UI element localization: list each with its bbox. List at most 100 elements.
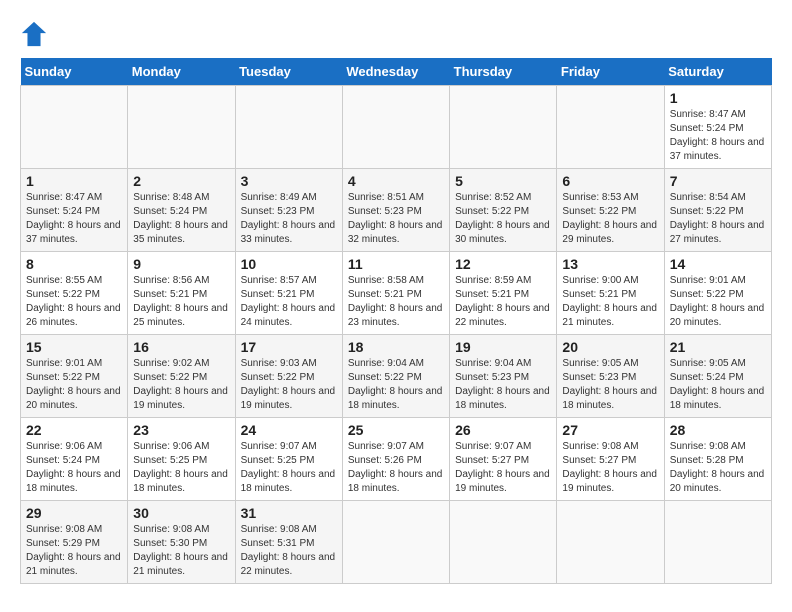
calendar-cell: 16 Sunrise: 9:02 AMSunset: 5:22 PMDayligh…: [128, 335, 235, 418]
calendar-cell: 7Sunrise: 8:54 AMSunset: 5:22 PMDaylight…: [664, 169, 771, 252]
calendar-cell: [342, 501, 449, 584]
day-header-friday: Friday: [557, 58, 664, 86]
day-info: Sunrise: 8:47 AMSunset: 5:24 PMDaylight:…: [26, 191, 122, 247]
day-number: 28: [670, 422, 766, 438]
calendar-cell: 10 Sunrise: 8:57 AMSunset: 5:21 PMDayligh…: [235, 252, 342, 335]
day-info: Sunrise: 8:55 AMSunset: 5:22 PMDaylight:…: [26, 274, 122, 330]
calendar-cell: [664, 501, 771, 584]
day-info: Sunrise: 9:08 AMSunset: 5:30 PMDaylight:…: [133, 523, 229, 579]
day-number: 5: [455, 173, 551, 189]
day-number: 15: [26, 339, 122, 355]
calendar-cell: [128, 86, 235, 169]
calendar-cell: 28 Sunrise: 9:08 AMSunset: 5:28 PMDayligh…: [664, 418, 771, 501]
day-header-sunday: Sunday: [21, 58, 128, 86]
calendar-cell: 13Sunrise: 9:00 AMSunset: 5:21 PMDayligh…: [557, 252, 664, 335]
calendar-cell: 21Sunrise: 9:05 AMSunset: 5:24 PMDayligh…: [664, 335, 771, 418]
day-info: Sunrise: 9:06 AMSunset: 5:24 PMDaylight:…: [26, 440, 122, 496]
day-number: 29: [26, 505, 122, 521]
day-number: 1: [670, 90, 766, 106]
calendar-cell: 17 Sunrise: 9:03 AMSunset: 5:22 PMDayligh…: [235, 335, 342, 418]
day-info: Sunrise: 9:04 AMSunset: 5:22 PMDaylight:…: [348, 357, 444, 413]
day-info: Sunrise: 9:04 AMSunset: 5:23 PMDaylight:…: [455, 357, 551, 413]
page-header: [20, 20, 772, 48]
day-info: Sunrise: 9:08 AMSunset: 5:29 PMDaylight:…: [26, 523, 122, 579]
calendar-cell: 31 Sunrise: 9:08 AMSunset: 5:31 PMDayligh…: [235, 501, 342, 584]
day-number: 14: [670, 256, 766, 272]
calendar-cell: [557, 501, 664, 584]
calendar-cell: 27 Sunrise: 9:08 AMSunset: 5:27 PMDayligh…: [557, 418, 664, 501]
day-info: Sunrise: 9:07 AMSunset: 5:27 PMDaylight:…: [455, 440, 551, 496]
day-number: 19: [455, 339, 551, 355]
calendar-cell: 22 Sunrise: 9:06 AMSunset: 5:24 PMDayligh…: [21, 418, 128, 501]
calendar-cell: 6Sunrise: 8:53 AMSunset: 5:22 PMDaylight…: [557, 169, 664, 252]
calendar-cell: [557, 86, 664, 169]
calendar-cell: 18 Sunrise: 9:04 AMSunset: 5:22 PMDayligh…: [342, 335, 449, 418]
day-info: Sunrise: 8:59 AMSunset: 5:21 PMDaylight:…: [455, 274, 551, 330]
calendar-cell: 23 Sunrise: 9:06 AMSunset: 5:25 PMDayligh…: [128, 418, 235, 501]
calendar-cell: 4 Sunrise: 8:51 AMSunset: 5:23 PMDaylight…: [342, 169, 449, 252]
day-info: Sunrise: 9:05 AMSunset: 5:23 PMDaylight:…: [562, 357, 658, 413]
day-info: Sunrise: 8:57 AMSunset: 5:21 PMDaylight:…: [241, 274, 337, 330]
day-info: Sunrise: 8:53 AMSunset: 5:22 PMDaylight:…: [562, 191, 658, 247]
calendar-cell: 2 Sunrise: 8:48 AMSunset: 5:24 PMDaylight…: [128, 169, 235, 252]
calendar-table: SundayMondayTuesdayWednesdayThursdayFrid…: [20, 58, 772, 584]
day-info: Sunrise: 8:51 AMSunset: 5:23 PMDaylight:…: [348, 191, 444, 247]
calendar-cell: 8 Sunrise: 8:55 AMSunset: 5:22 PMDaylight…: [21, 252, 128, 335]
day-header-tuesday: Tuesday: [235, 58, 342, 86]
calendar-cell: [342, 86, 449, 169]
day-number: 23: [133, 422, 229, 438]
day-info: Sunrise: 8:47 AMSunset: 5:24 PMDaylight:…: [670, 108, 766, 164]
day-number: 4: [348, 173, 444, 189]
day-info: Sunrise: 9:01 AMSunset: 5:22 PMDaylight:…: [26, 357, 122, 413]
calendar-cell: 14 Sunrise: 9:01 AMSunset: 5:22 PMDayligh…: [664, 252, 771, 335]
day-info: Sunrise: 8:54 AMSunset: 5:22 PMDaylight:…: [670, 191, 766, 247]
calendar-cell: 20 Sunrise: 9:05 AMSunset: 5:23 PMDayligh…: [557, 335, 664, 418]
calendar-cell: 1 Sunrise: 8:47 AMSunset: 5:24 PMDaylight…: [21, 169, 128, 252]
day-info: Sunrise: 9:08 AMSunset: 5:27 PMDaylight:…: [562, 440, 658, 496]
day-number: 11: [348, 256, 444, 272]
day-number: 2: [133, 173, 229, 189]
day-number: 21: [670, 339, 766, 355]
day-header-monday: Monday: [128, 58, 235, 86]
day-header-saturday: Saturday: [664, 58, 771, 86]
day-number: 9: [133, 256, 229, 272]
day-number: 26: [455, 422, 551, 438]
day-number: 30: [133, 505, 229, 521]
calendar-cell: 26 Sunrise: 9:07 AMSunset: 5:27 PMDayligh…: [450, 418, 557, 501]
day-number: 18: [348, 339, 444, 355]
day-info: Sunrise: 9:08 AMSunset: 5:28 PMDaylight:…: [670, 440, 766, 496]
calendar-cell: 24Sunrise: 9:07 AMSunset: 5:25 PMDayligh…: [235, 418, 342, 501]
day-number: 16: [133, 339, 229, 355]
day-info: Sunrise: 9:07 AMSunset: 5:26 PMDaylight:…: [348, 440, 444, 496]
day-info: Sunrise: 8:58 AMSunset: 5:21 PMDaylight:…: [348, 274, 444, 330]
day-info: Sunrise: 9:06 AMSunset: 5:25 PMDaylight:…: [133, 440, 229, 496]
logo-icon: [20, 20, 48, 48]
calendar-cell: [235, 86, 342, 169]
day-number: 17: [241, 339, 337, 355]
day-info: Sunrise: 8:49 AMSunset: 5:23 PMDaylight:…: [241, 191, 337, 247]
day-number: 22: [26, 422, 122, 438]
day-number: 10: [241, 256, 337, 272]
calendar-cell: 5Sunrise: 8:52 AMSunset: 5:22 PMDaylight…: [450, 169, 557, 252]
day-header-thursday: Thursday: [450, 58, 557, 86]
day-info: Sunrise: 9:08 AMSunset: 5:31 PMDaylight:…: [241, 523, 337, 579]
day-info: Sunrise: 9:01 AMSunset: 5:22 PMDaylight:…: [670, 274, 766, 330]
day-number: 12: [455, 256, 551, 272]
day-number: 31: [241, 505, 337, 521]
day-info: Sunrise: 9:00 AMSunset: 5:21 PMDaylight:…: [562, 274, 658, 330]
day-info: Sunrise: 8:56 AMSunset: 5:21 PMDaylight:…: [133, 274, 229, 330]
day-info: Sunrise: 8:48 AMSunset: 5:24 PMDaylight:…: [133, 191, 229, 247]
day-number: 8: [26, 256, 122, 272]
calendar-cell: 1 Sunrise: 8:47 AMSunset: 5:24 PMDaylight…: [664, 86, 771, 169]
day-number: 27: [562, 422, 658, 438]
day-info: Sunrise: 9:02 AMSunset: 5:22 PMDaylight:…: [133, 357, 229, 413]
day-number: 3: [241, 173, 337, 189]
day-info: Sunrise: 9:03 AMSunset: 5:22 PMDaylight:…: [241, 357, 337, 413]
calendar-cell: 29 Sunrise: 9:08 AMSunset: 5:29 PMDayligh…: [21, 501, 128, 584]
day-number: 1: [26, 173, 122, 189]
day-number: 25: [348, 422, 444, 438]
calendar-cell: 30 Sunrise: 9:08 AMSunset: 5:30 PMDayligh…: [128, 501, 235, 584]
calendar-cell: 11 Sunrise: 8:58 AMSunset: 5:21 PMDayligh…: [342, 252, 449, 335]
calendar-cell: 15 Sunrise: 9:01 AMSunset: 5:22 PMDayligh…: [21, 335, 128, 418]
day-number: 20: [562, 339, 658, 355]
